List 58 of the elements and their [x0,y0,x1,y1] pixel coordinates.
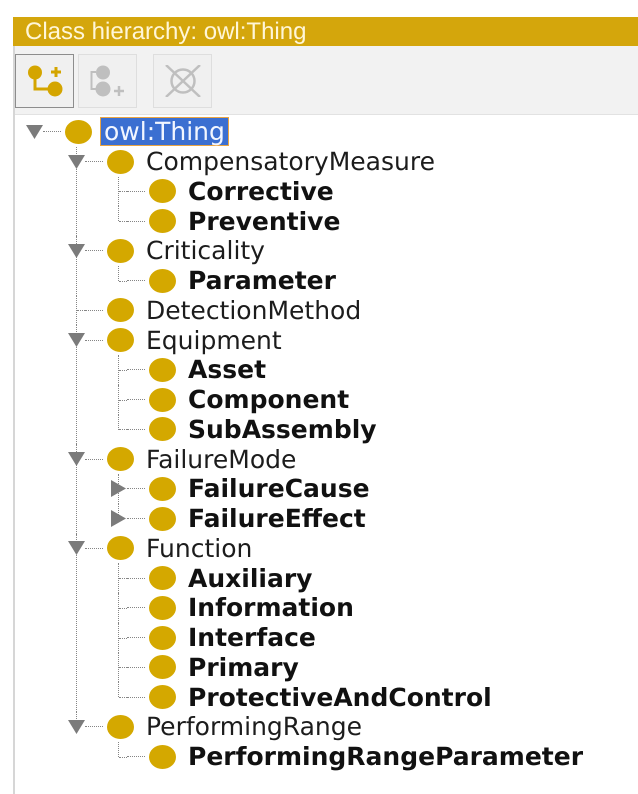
tree-item[interactable]: owl:Thing [100,117,229,146]
caret-down-icon[interactable] [68,244,84,258]
tree-item[interactable]: FailureCause [184,474,374,504]
caret-down-icon[interactable] [68,333,84,348]
tree-item[interactable]: Function [142,534,256,563]
class-circle-icon [149,268,176,293]
tree-item[interactable]: FailureMode [142,444,300,474]
tree-item[interactable]: Asset [184,355,270,384]
class-circle-icon [65,120,92,144]
class-circle-icon [149,388,176,412]
tree-item[interactable]: Primary [184,652,303,682]
tree-item[interactable]: FailureEffect [184,504,370,534]
linked-nodes-plus-icon [26,65,62,97]
class-circle-icon [149,744,176,769]
tree-item[interactable]: Parameter [184,266,340,296]
class-circle-icon [107,298,134,322]
caret-right-icon[interactable] [110,480,126,498]
class-circle-icon [149,566,176,590]
class-circle-icon [107,150,134,174]
class-circle-icon [149,358,176,382]
caret-down-icon[interactable] [26,124,42,139]
stacked-nodes-plus-icon [90,65,126,97]
class-circle-icon [149,209,176,234]
tree-item[interactable]: Component [184,385,354,414]
tree-item[interactable]: Interface [184,623,320,652]
tree-item[interactable]: PerformingRange [142,712,366,742]
tree-item[interactable]: Corrective [184,176,338,206]
add-subclass-button[interactable] [15,54,74,108]
tree-item[interactable]: PerformingRangeParameter [184,742,588,772]
caret-down-icon[interactable] [68,452,84,466]
tree-item[interactable]: ProtectiveAndControl [184,682,496,712]
class-circle-icon [149,626,176,650]
panel-title: Class hierarchy: owl:Thing [13,17,638,46]
tree-item[interactable]: Preventive [184,206,344,236]
tree-item[interactable]: Equipment [142,326,286,355]
tree-item[interactable]: Information [184,593,358,622]
class-circle-icon [107,238,134,263]
crossed-circle-icon [164,65,200,97]
class-circle-icon [107,328,134,352]
class-circle-icon [149,685,176,710]
class-circle-icon [149,596,176,620]
class-circle-icon [149,506,176,531]
caret-down-icon[interactable] [68,720,84,734]
class-circle-icon [149,179,176,204]
caret-right-icon[interactable] [110,510,126,528]
class-circle-icon [149,417,176,442]
class-circle-icon [107,714,134,739]
tree-item[interactable]: Criticality [142,236,269,266]
class-circle-icon [149,476,176,501]
caret-down-icon[interactable] [68,541,84,556]
tree-item[interactable]: SubAssembly [184,414,381,444]
class-circle-icon [107,536,134,560]
class-circle-icon [107,447,134,472]
class-circle-icon [149,655,176,680]
tree-item[interactable]: DetectionMethod [142,296,366,325]
tree-item[interactable]: CompensatoryMeasure [142,147,439,176]
tree-item[interactable]: Auxiliary [184,564,316,593]
caret-down-icon[interactable] [68,154,84,169]
